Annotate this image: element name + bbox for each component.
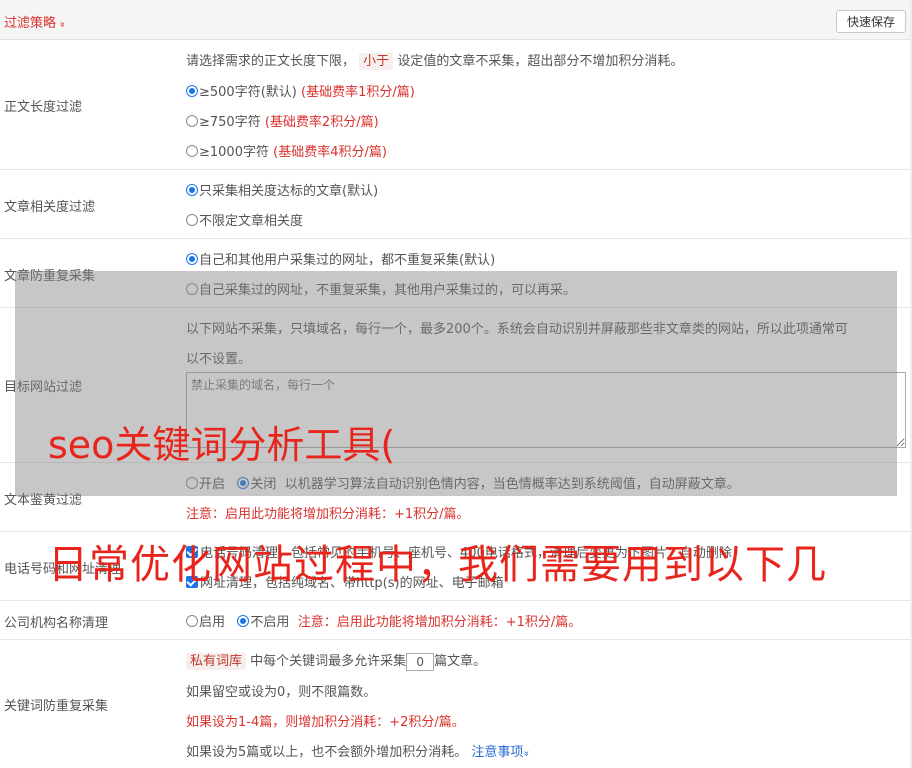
radio-icon[interactable] bbox=[186, 615, 198, 627]
relevance-option-1[interactable]: 只采集相关度达标的文章(默认) bbox=[186, 180, 378, 199]
overlay-subtitle: 日常优化网站过程中，我们需要用到以下几 bbox=[48, 542, 827, 588]
radio-checked-icon[interactable] bbox=[237, 615, 250, 627]
chevron-down-icon: » bbox=[521, 750, 532, 757]
relevance-row: 文章相关度过滤 bbox=[0, 170, 910, 239]
keyword-limit-line: 私有词库 中每个关键词最多允许采集 0 篇文章。 bbox=[186, 650, 486, 671]
keyword-note-2: 如果留空或设为0，则不限篇数。 bbox=[186, 685, 377, 700]
notice-link[interactable]: 注意事项» bbox=[471, 745, 532, 760]
length-filter-desc: 请选择需求的正文长度下限， 小于 设定值的文章不采集，超出部分不增加积分消耗。 bbox=[186, 53, 684, 70]
length-option-1000[interactable]: ≥1000字符 (基础费率4积分/篇) bbox=[186, 141, 387, 160]
company-clean-label: 公司机构名称清理 bbox=[4, 616, 109, 631]
header-title: 过滤策略 bbox=[4, 16, 57, 31]
company-off-option[interactable]: 不启用 bbox=[237, 615, 289, 630]
keyword-limit-input[interactable]: 0 bbox=[406, 652, 435, 671]
keyword-note-3: 如果设为1-4篇，则增加积分消耗：+2积分/篇。 bbox=[186, 715, 465, 730]
keyword-note-4: 如果设为5篇或以上，也不会额外增加积分消耗。 注意事项» bbox=[186, 745, 532, 760]
length-option-500[interactable]: ≥500字符(默认) (基础费率1积分/篇) bbox=[186, 81, 415, 100]
company-on-option[interactable]: 启用 bbox=[186, 615, 225, 630]
keyword-dedupe-label: 关键词防重复采集 bbox=[4, 699, 109, 714]
overlay-title: seo关键词分析工具( bbox=[48, 423, 396, 467]
chevron-down-icon: » bbox=[56, 21, 68, 28]
radio-checked-icon[interactable] bbox=[186, 184, 198, 196]
radio-icon[interactable] bbox=[186, 145, 198, 157]
radio-icon[interactable] bbox=[186, 115, 198, 127]
relevance-label: 文章相关度过滤 bbox=[4, 200, 96, 215]
company-clean-options: 启用 不启用 注意：启用此功能将增加积分消耗：+1积分/篇。 bbox=[186, 611, 581, 630]
filter-header: 过滤策略» 快速保存 bbox=[0, 0, 910, 40]
radio-checked-icon[interactable] bbox=[186, 253, 198, 265]
radio-checked-icon[interactable] bbox=[186, 85, 198, 97]
dedupe-option-1[interactable]: 自己和其他用户采集过的网址，都不重复采集(默认) bbox=[186, 249, 495, 268]
private-lexicon-link[interactable]: 私有词库 bbox=[186, 653, 247, 670]
quick-save-button[interactable]: 快速保存 bbox=[836, 10, 906, 33]
less-than-tag: 小于 bbox=[359, 53, 394, 70]
relevance-option-2[interactable]: 不限定文章相关度 bbox=[186, 210, 303, 229]
length-option-750[interactable]: ≥750字符 (基础费率2积分/篇) bbox=[186, 111, 379, 130]
radio-icon[interactable] bbox=[186, 214, 198, 226]
porn-filter-note: 注意：启用此功能将增加积分消耗：+1积分/篇。 bbox=[186, 507, 470, 522]
length-filter-label: 正文长度过滤 bbox=[4, 100, 83, 115]
filter-strategy-toggle[interactable]: 过滤策略» bbox=[4, 12, 68, 31]
